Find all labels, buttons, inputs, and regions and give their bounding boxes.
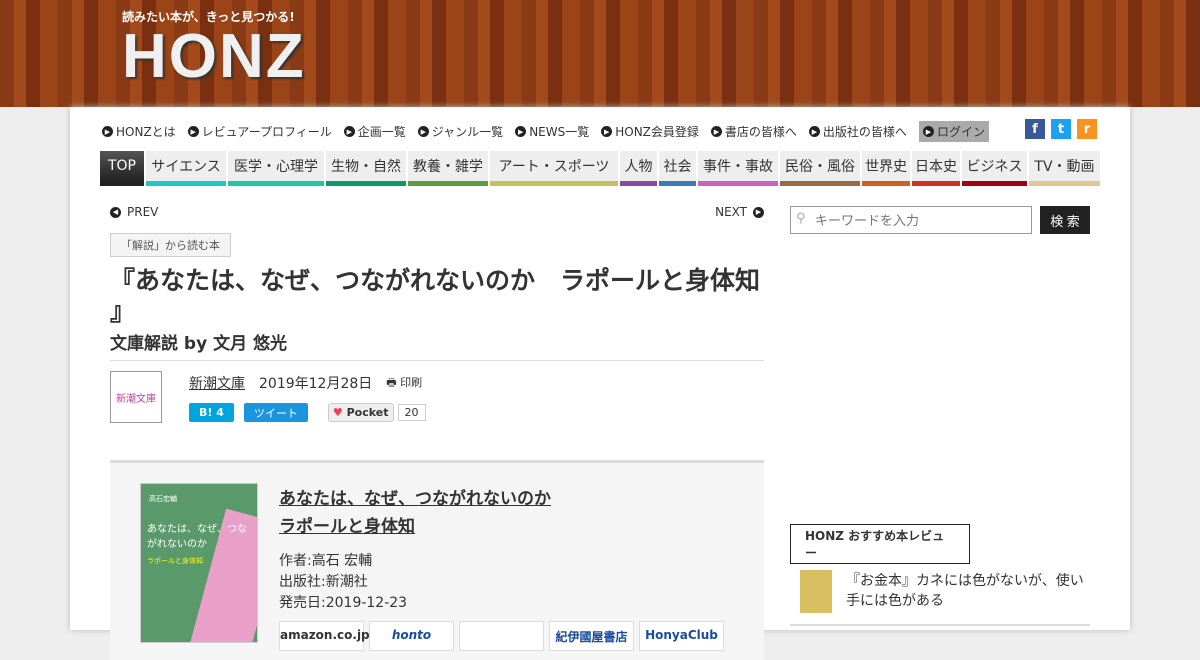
- book-info-box: 高石宏輔 あなたは、なぜ、つながれないのか ラポールと身体知 あなたは、なぜ、つ…: [110, 460, 764, 660]
- nav-tab[interactable]: TV・動画: [1029, 151, 1100, 186]
- twitter-icon[interactable]: t: [1051, 119, 1071, 139]
- top-link[interactable]: ▶ NEWS一覧: [515, 123, 589, 140]
- arrow-right-icon: ▶: [710, 126, 722, 137]
- book-publisher: 出版社:新潮社: [279, 574, 368, 590]
- nav-tab[interactable]: 医学・心理学: [228, 151, 324, 186]
- arrow-right-icon: ▶: [417, 126, 429, 137]
- next-link[interactable]: NEXT ▶: [715, 205, 764, 219]
- prev-link[interactable]: ◀ PREV: [110, 205, 158, 219]
- nav-tab[interactable]: 日本史: [912, 151, 960, 186]
- nav-tab[interactable]: 人物: [620, 151, 657, 186]
- honz-logo[interactable]: 読みたい本が、きっと見つかる! HONZ: [122, 8, 306, 89]
- arrow-right-icon: ▶: [515, 126, 527, 137]
- top-link[interactable]: ▶ HONZとは: [102, 123, 176, 140]
- article-subtitle: 文庫解説 by 文月 悠光: [110, 329, 764, 361]
- pocket-button[interactable]: ♥ Pocket: [327, 403, 394, 422]
- post-date: 2019年12月28日: [259, 376, 373, 392]
- nav-tab[interactable]: TOP: [100, 151, 144, 186]
- shop-honyaclub[interactable]: HonyaClub: [639, 621, 724, 651]
- nav-tab[interactable]: 事件・事故: [698, 151, 778, 186]
- top-link[interactable]: ▶ レビュアープロフィール: [187, 123, 332, 140]
- nav-tab[interactable]: 社会: [659, 151, 696, 186]
- shop-honto[interactable]: honto: [369, 621, 454, 651]
- nav-tab[interactable]: 教養・雑学: [408, 151, 488, 186]
- recommended-heading: HONZ おすすめ本レビュー: [790, 524, 970, 564]
- print-button[interactable]: 🖶 印刷: [386, 374, 422, 393]
- book-cover[interactable]: 高石宏輔 あなたは、なぜ、つながれないのか ラポールと身体知: [140, 483, 258, 643]
- nav-tab[interactable]: アート・スポーツ: [490, 151, 618, 186]
- nav-tab[interactable]: 世界史: [862, 151, 910, 186]
- shop-kinokuniya[interactable]: 紀伊國屋書店: [549, 621, 634, 651]
- nav-tab[interactable]: ビジネス: [962, 151, 1027, 186]
- arrow-right-icon: ▶: [187, 126, 199, 137]
- recommended-item-title: 『お金本』カネには色がないが、使い手には色がある: [846, 573, 1084, 609]
- arrow-right-icon: ▶: [102, 126, 113, 137]
- top-link[interactable]: ▶ 出版社の皆様へ: [808, 123, 907, 140]
- shop-amazon[interactable]: amazon.co.jp: [279, 621, 370, 651]
- top-link[interactable]: ▶ HONZ会員登録: [601, 123, 699, 140]
- nav-tab[interactable]: 民俗・風俗: [780, 151, 860, 186]
- search-input[interactable]: [790, 206, 1032, 234]
- publisher-link[interactable]: 新潮文庫: [189, 373, 245, 393]
- site-header: 読みたい本が、きっと見つかる! HONZ: [0, 0, 1200, 107]
- facebook-icon[interactable]: f: [1025, 119, 1045, 139]
- hatena-bookmark-button[interactable]: B! 4: [189, 403, 234, 422]
- logo-text: HONZ: [122, 22, 306, 91]
- top-link[interactable]: ▶ 書店の皆様へ: [710, 123, 797, 140]
- pocket-icon: ♥: [332, 406, 343, 419]
- book-release-date: 発売日:2019-12-23: [279, 595, 408, 611]
- arrow-right-icon: ▶: [808, 126, 820, 137]
- top-link[interactable]: ▶ ログイン: [918, 121, 989, 142]
- arrow-right-icon: ▶: [753, 206, 764, 218]
- article-title: 『あなたは、なぜ、つながれないのか ラポールと身体知 』: [110, 266, 761, 326]
- arrow-right-icon: ▶: [601, 126, 613, 137]
- search-icon: ⚲: [796, 211, 806, 226]
- nav-tab[interactable]: 生物・自然: [326, 151, 406, 186]
- book-author: 作者:高石 宏輔: [279, 553, 373, 569]
- sidebar: ⚲ 検 索 HONZ おすすめ本レビュー 『お金本』カネには色がないが、使い手に…: [790, 206, 1090, 626]
- publisher-logo[interactable]: 新潮文庫: [110, 371, 162, 423]
- article: ◀ PREV NEXT ▶ 「解説」から読む本 『あなたは、なぜ、つながれないのか …: [110, 205, 764, 660]
- shop-bookstore[interactable]: [459, 621, 544, 651]
- recommended-item[interactable]: 『お金本』カネには色がないが、使い手には色がある: [800, 570, 1090, 613]
- arrow-left-icon: ◀: [110, 206, 121, 218]
- tweet-button[interactable]: ツイート: [243, 403, 308, 422]
- recommended-thumb: [800, 570, 832, 613]
- category-tag[interactable]: 「解説」から読む本: [110, 233, 231, 257]
- page-container: ▶ HONZとは ▶ レビュアープロフィール ▶ 企画一覧 ▶ ジャンル一覧 ▶ NEWS一覧 ▶ H…: [70, 107, 1130, 660]
- nav-tab[interactable]: サイエンス: [146, 151, 226, 186]
- pocket-count: 20: [397, 404, 426, 421]
- top-link[interactable]: ▶ ジャンル一覧: [417, 123, 503, 140]
- genre-nav: TOP サイエンス 医学・心理学 生物・自然 教養・雑学 アート・スポーツ 人物 社会 事件・事…: [100, 151, 1100, 186]
- search-button[interactable]: 検 索: [1040, 206, 1090, 234]
- rss-icon[interactable]: r: [1077, 119, 1097, 139]
- divider: [790, 624, 1090, 626]
- book-title-link[interactable]: あなたは、なぜ、つながれないのか ラポールと身体知: [279, 485, 551, 541]
- arrow-right-icon: ▶: [343, 126, 355, 137]
- top-link[interactable]: ▶ 企画一覧: [343, 123, 406, 140]
- arrow-right-icon: ▶: [922, 126, 934, 137]
- top-links: ▶ HONZとは ▶ レビュアープロフィール ▶ 企画一覧 ▶ ジャンル一覧 ▶ NEWS一覧 ▶ H…: [102, 121, 989, 142]
- social-links: f t r: [1025, 119, 1097, 139]
